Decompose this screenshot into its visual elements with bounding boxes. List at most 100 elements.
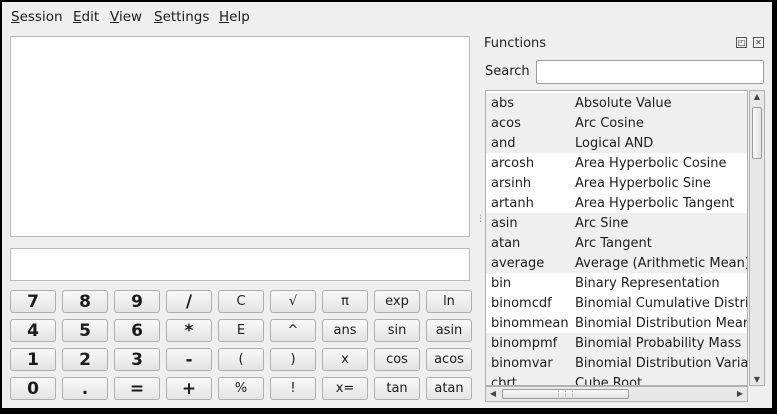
menu-label: dit	[81, 9, 100, 25]
scroll-down-arrow-icon[interactable]: ▼	[750, 375, 764, 384]
function-description: Average (Arithmetic Mean)	[575, 256, 748, 271]
key-3-4-button[interactable]: %	[218, 377, 264, 400]
function-search-input[interactable]	[536, 60, 764, 84]
function-row[interactable]: average Average (Arithmetic Mean)	[486, 253, 748, 273]
function-name: binompmf	[491, 336, 558, 351]
function-description: Absolute Value	[575, 96, 672, 111]
function-description: Area Hyperbolic Sine	[575, 176, 711, 191]
key-1-6-button[interactable]: ans	[322, 319, 368, 342]
menu-settings[interactable]: Settings	[154, 9, 209, 25]
scroll-right-arrow-icon[interactable]: ▶	[733, 389, 747, 398]
function-row[interactable]: binompmf Binomial Probability Mass	[486, 333, 747, 353]
key-1-4-button[interactable]: E	[218, 319, 264, 342]
function-row[interactable]: arcosh Area Hyperbolic Cosine	[486, 153, 747, 173]
key-0-5-button[interactable]: √	[270, 290, 316, 313]
scroll-left-arrow-icon[interactable]: ◀	[486, 389, 500, 398]
menu-help[interactable]: Help	[219, 9, 250, 25]
menu-accelerator: V	[110, 9, 119, 25]
function-row[interactable]: bin Binary Representation	[486, 273, 747, 293]
function-name: abs	[491, 96, 514, 111]
function-row[interactable]: binomvar Binomial Distribution Variance	[486, 353, 747, 373]
key-1-8-button[interactable]: asin	[426, 319, 472, 342]
key-3-3-button[interactable]: +	[166, 377, 212, 400]
function-row[interactable]: and Logical AND	[486, 133, 747, 153]
menu-accelerator: S	[154, 9, 163, 25]
function-name: and	[491, 136, 516, 151]
key-3-7-button[interactable]: tan	[374, 377, 420, 400]
key-0-4-button[interactable]: C	[218, 290, 264, 313]
float-panel-icon[interactable]: ◰	[736, 37, 747, 48]
key-2-7-button[interactable]: cos	[374, 348, 420, 371]
expression-input[interactable]	[10, 248, 470, 281]
key-1-5-button[interactable]: ^	[270, 319, 316, 342]
key-1-2-button[interactable]: 6	[114, 319, 160, 342]
function-row[interactable]: atan Arc Tangent	[486, 233, 747, 253]
function-description: Logical AND	[575, 136, 654, 151]
function-description: Area Hyperbolic Tangent	[575, 196, 735, 211]
key-3-0-button[interactable]: 0	[10, 377, 56, 400]
key-2-8-button[interactable]: acos	[426, 348, 472, 371]
function-row[interactable]: binommean Binomial Distribution Mean	[486, 313, 747, 333]
key-1-3-button[interactable]: *	[166, 319, 212, 342]
function-name: asin	[491, 216, 518, 231]
key-1-7-button[interactable]: sin	[374, 319, 420, 342]
function-name: binomcdf	[491, 296, 552, 311]
menu-view[interactable]: View	[110, 9, 142, 25]
menu-label: iew	[118, 9, 143, 25]
menu-bar: Session Edit View Settings Help	[2, 2, 772, 29]
menu-edit[interactable]: Edit	[73, 9, 99, 25]
function-row[interactable]: asin Arc Sine	[486, 213, 747, 233]
key-3-5-button[interactable]: !	[270, 377, 316, 400]
function-description: Arc Cosine	[575, 116, 644, 131]
key-2-6-button[interactable]: x	[322, 348, 368, 371]
vertical-scrollbar[interactable]: ▲ ▼	[749, 90, 765, 386]
key-0-6-button[interactable]: π	[322, 290, 368, 313]
menu-label: ettings	[162, 9, 210, 25]
scroll-up-arrow-icon[interactable]: ▲	[750, 92, 764, 101]
function-row[interactable]: arsinh Area Hyperbolic Sine	[486, 173, 747, 193]
menu-label: elp	[229, 9, 250, 25]
key-0-0-button[interactable]: 7	[10, 290, 56, 313]
function-name: arcosh	[491, 156, 535, 171]
key-0-7-button[interactable]: exp	[374, 290, 420, 313]
menu-accelerator: S	[11, 9, 20, 25]
result-display[interactable]	[10, 36, 470, 237]
function-description: Arc Sine	[575, 216, 629, 231]
key-2-4-button[interactable]: (	[218, 348, 264, 371]
horizontal-scroll-thumb[interactable]: ⋮⋮⋮	[502, 389, 629, 399]
key-2-5-button[interactable]: )	[270, 348, 316, 371]
key-0-1-button[interactable]: 8	[62, 290, 108, 313]
function-name: acos	[491, 116, 521, 131]
key-2-1-button[interactable]: 2	[62, 348, 108, 371]
key-3-6-button[interactable]: x=	[322, 377, 368, 400]
function-row[interactable]: cbrt Cube Root	[486, 373, 747, 386]
key-3-1-button[interactable]: .	[62, 377, 108, 400]
function-name: average	[491, 256, 545, 271]
key-1-0-button[interactable]: 4	[10, 319, 56, 342]
key-1-1-button[interactable]: 5	[62, 319, 108, 342]
menu-session[interactable]: Session	[11, 9, 63, 25]
key-3-8-button[interactable]: atan	[426, 377, 472, 400]
key-2-2-button[interactable]: 3	[114, 348, 160, 371]
key-2-0-button[interactable]: 1	[10, 348, 56, 371]
menu-label: ession	[19, 9, 63, 25]
function-name: binomvar	[491, 356, 553, 371]
functions-panel-title: Functions	[484, 36, 547, 51]
key-0-3-button[interactable]: /	[166, 290, 212, 313]
function-description: Cube Root	[575, 376, 643, 386]
menu-accelerator: H	[219, 9, 230, 25]
function-description: Arc Tangent	[575, 236, 652, 251]
functions-list[interactable]: abs Absolute Value acos Arc Cosine and Logica…	[485, 90, 748, 386]
function-row[interactable]: acos Arc Cosine	[486, 113, 747, 133]
key-0-8-button[interactable]: ln	[426, 290, 472, 313]
key-0-2-button[interactable]: 9	[114, 290, 160, 313]
function-row[interactable]: binomcdf Binomial Cumulative Distribution	[486, 293, 747, 313]
vertical-scroll-thumb[interactable]	[752, 107, 762, 159]
function-row[interactable]: abs Absolute Value	[486, 93, 747, 113]
key-2-3-button[interactable]: -	[166, 348, 212, 371]
horizontal-scrollbar[interactable]: ◀ ⋮⋮⋮ ▶	[485, 386, 748, 402]
close-panel-icon[interactable]: ✕	[753, 37, 764, 48]
function-row[interactable]: artanh Area Hyperbolic Tangent	[486, 193, 747, 213]
key-3-2-button[interactable]: =	[114, 377, 160, 400]
splitter-handle[interactable]: ⋮	[476, 214, 485, 224]
